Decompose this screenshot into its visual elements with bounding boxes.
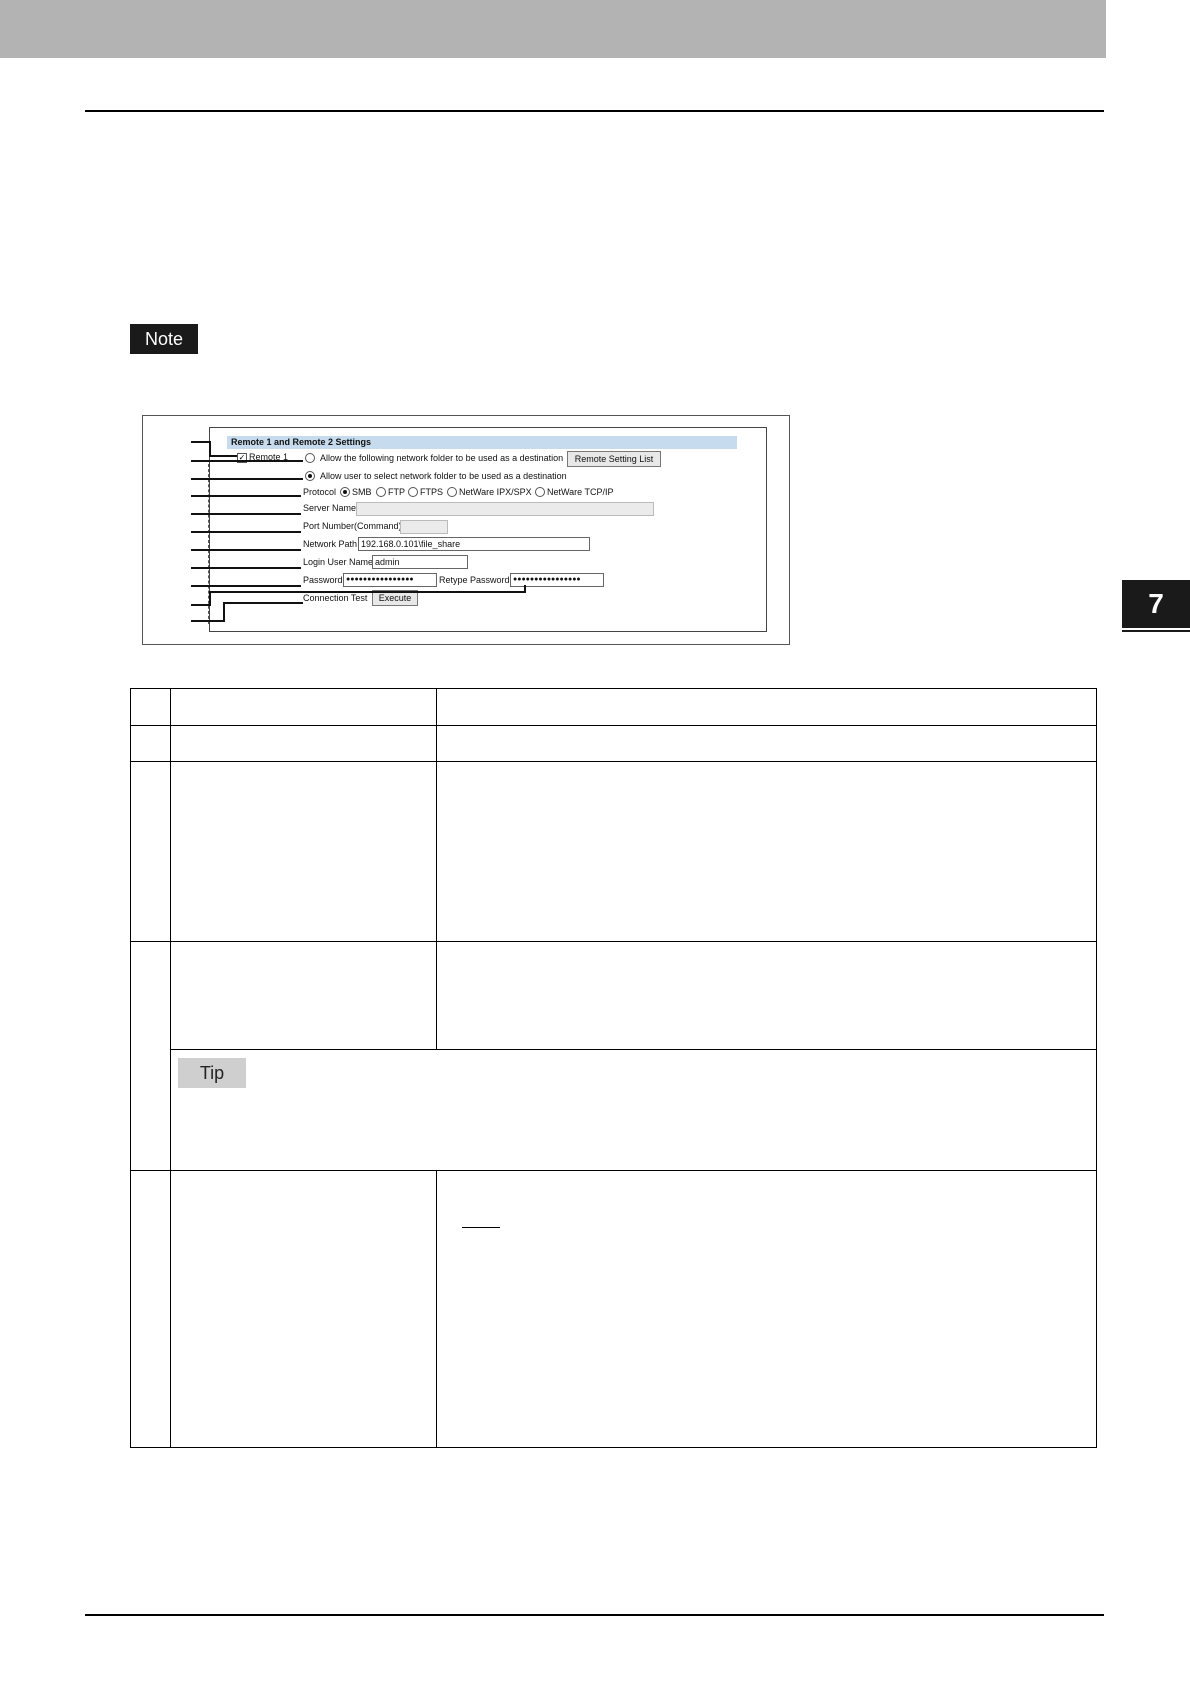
chapter-tab-rule (1122, 630, 1190, 632)
table-row-divider-1 (130, 761, 1096, 762)
password-label: Password (303, 575, 343, 585)
callout-line-11-vert (223, 602, 225, 622)
protocol-option-smb: SMB (352, 487, 372, 497)
callout-line-1 (191, 441, 209, 443)
user-select-radio[interactable] (305, 471, 315, 481)
table-tip-divider (170, 1049, 1096, 1050)
callout-line-2 (191, 460, 303, 462)
protocol-radio-ftp[interactable] (376, 487, 386, 497)
protocol-radio-ipx[interactable] (447, 487, 457, 497)
table-header-divider (130, 725, 1096, 726)
port-number-field[interactable] (400, 520, 448, 534)
chapter-tab[interactable]: 7 (1122, 580, 1190, 628)
callout-line-10 (191, 604, 209, 606)
callout-line-10-top (209, 591, 524, 593)
table-row-divider-3 (130, 1170, 1096, 1171)
connection-test-label: Connection Test (303, 593, 368, 603)
protocol-option-ftps: FTPS (420, 487, 444, 497)
callout-line-9 (191, 585, 301, 587)
port-number-label: Port Number(Command) (303, 521, 402, 531)
network-path-label: Network Path (303, 539, 358, 549)
callout-line-7 (191, 549, 301, 551)
protocol-option-tcpip: NetWare TCP/IP (547, 487, 614, 497)
header-rule (85, 110, 1104, 112)
password-field[interactable]: ●●●●●●●●●●●●●●●● (343, 573, 437, 587)
callout-line-10-up (524, 585, 526, 593)
callout-line-8 (191, 567, 301, 569)
fixed-folder-label: Allow the following network folder to be… (320, 453, 564, 463)
footer-rule (85, 1614, 1104, 1616)
settings-screenshot-figure: Remote 1 and Remote 2 Settings ✓ Remote … (142, 415, 790, 645)
panel-title: Remote 1 and Remote 2 Settings (227, 436, 737, 449)
callout-line-6 (191, 531, 301, 533)
table-col-divider-2-upper (436, 688, 437, 1049)
callout-line-10-vert (209, 591, 211, 606)
table-col-divider-2-lower (436, 1170, 437, 1447)
table-col-divider-1 (170, 688, 171, 1447)
network-path-field[interactable]: 192.168.0.101\file_share (358, 537, 590, 551)
callout-line-3 (191, 478, 303, 480)
underline-mark (462, 1227, 500, 1228)
login-user-field[interactable]: admin (372, 555, 468, 569)
server-name-label: Server Name (303, 503, 357, 513)
protocol-radio-smb[interactable] (340, 487, 350, 497)
callout-line-11 (191, 620, 223, 622)
header-band (0, 0, 1106, 58)
description-table (130, 688, 1097, 1448)
remote-setting-list-button[interactable]: Remote Setting List (567, 451, 661, 467)
protocol-option-ftp: FTP (388, 487, 405, 497)
protocol-radio-ftps[interactable] (408, 487, 418, 497)
retype-password-label: Retype Password (439, 575, 510, 585)
tip-badge: Tip (178, 1058, 246, 1088)
fixed-folder-radio[interactable] (305, 453, 315, 463)
callout-line-1-vert (209, 441, 211, 456)
protocol-radio-tcpip[interactable] (535, 487, 545, 497)
table-row-divider-2 (130, 941, 1096, 942)
server-name-field[interactable] (356, 502, 654, 516)
callout-line-5 (191, 513, 301, 515)
callout-line-11-top (223, 602, 303, 604)
note-badge: Note (130, 324, 198, 354)
protocol-option-ipx: NetWare IPX/SPX (459, 487, 532, 497)
user-select-label: Allow user to select network folder to b… (320, 471, 567, 481)
callout-line-4 (191, 495, 301, 497)
protocol-label: Protocol (303, 487, 337, 497)
callout-line-1-end (209, 455, 237, 457)
login-user-label: Login User Name (303, 557, 374, 567)
